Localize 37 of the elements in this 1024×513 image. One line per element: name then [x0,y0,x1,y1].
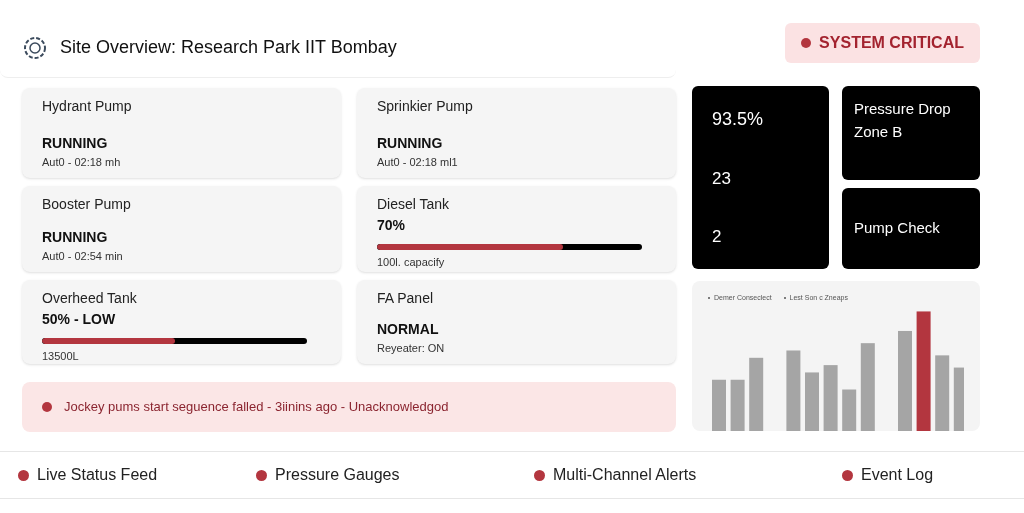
chart-bar [953,367,964,431]
gauge-value: 50% - LOW [42,310,117,329]
card-title: Sprinkier Pump [377,97,474,116]
chart-bar [712,379,726,431]
footer-tab[interactable]: Pressure Gauges [275,463,400,487]
alert-text: Jockey pums start seguence falled - 3iinins ago - Unacknowledgod [64,398,449,417]
gauge-value: 70% [377,216,407,235]
alert-tile[interactable]: Pump Check [842,187,980,269]
badge-text: SYSTEM CRITICAL [819,33,964,53]
card-title: Hydrant Pump [42,97,133,116]
footer-tab[interactable]: Event Log [861,463,934,487]
card-title: Overheed Tank [42,289,138,308]
metric-value: 2 [712,225,723,248]
chart-bar [842,389,857,431]
detail-text: Aut0 - 02:54 min [42,248,124,264]
detail-text: Aut0 - 02:18 mh [42,154,122,170]
metric-value: 23 [712,167,732,190]
chart-bar [730,379,745,431]
chart-bar [805,372,819,431]
card-title: Booster Pump [42,195,132,214]
gear-icon [22,34,48,61]
chart-bar [823,365,838,431]
metric-value: 93.5% [712,108,765,131]
footer-tab[interactable]: Live Status Feed [37,463,158,487]
detail-text: 13500L [42,349,80,364]
detail-text: Reyeater: ON [377,340,446,356]
status-text: RUNNING [377,133,444,153]
detail-text: 100l. capacify [377,255,446,270]
card-title: Diesel Tank [377,195,451,214]
status-text: RUNNING [42,133,109,153]
footer-tab[interactable]: Multi-Channel Alerts [553,463,697,487]
status-text: NORMAL [377,319,440,339]
detail-text: Aut0 - 02:18 ml1 [377,154,459,170]
status-text: RUNNING [42,227,109,247]
page-title: Site Overview: Research Park IIT Bombay [60,36,397,59]
alert-tile[interactable]: Pressure Drop Zone B [842,86,980,180]
card-title: FA Panel [377,289,435,308]
